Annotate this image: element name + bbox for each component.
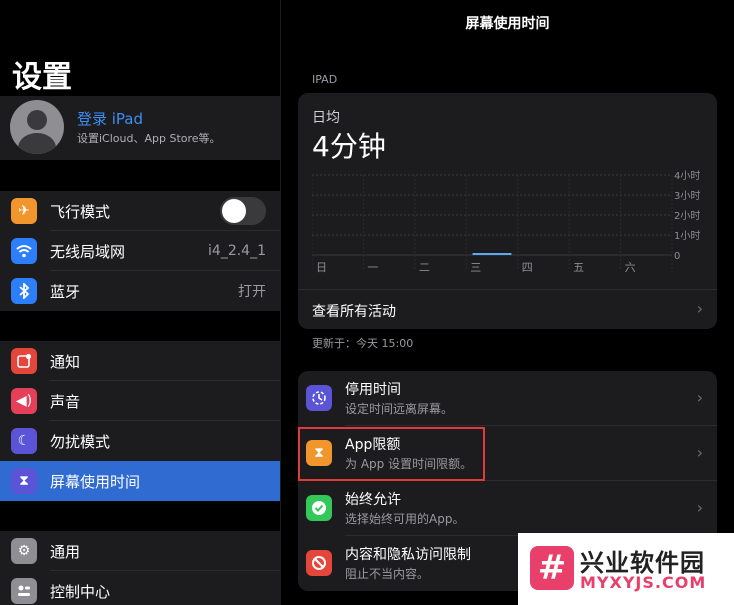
sidebar-group-connectivity: ✈ 飞行模式 无线局域网 i4_2.4_1 蓝牙 打开 [0, 191, 280, 311]
content-privacy-subtitle: 阻止不当内容。 [345, 567, 430, 581]
sidebar-item-general[interactable]: ⚙ 通用 [0, 531, 280, 571]
wifi-icon [11, 238, 37, 264]
chart-y-tick-label: 3小时 [674, 190, 700, 202]
sound-icon: ◀) [11, 388, 37, 414]
bluetooth-icon [11, 278, 37, 304]
sidebar-title: 设置 [12, 60, 72, 95]
chart-x-tick-label: 三 [470, 261, 481, 274]
sidebar-item-label: 蓝牙 [50, 282, 81, 301]
content-privacy-title: 内容和隐私访问限制 [345, 547, 471, 563]
sidebar-item-label: 通用 [50, 542, 81, 561]
chevron-right-icon: › [696, 388, 703, 407]
sidebar-item-label: 勿扰模式 [50, 432, 111, 451]
usage-card: 日均 4分钟 4小时 3小时 2小时 1小时 0 日 一 二 三 四 五 六 查看所有活动 › [298, 93, 717, 329]
sidebar-item-label: 无线局域网 [50, 242, 126, 261]
sidebar-item-notifications[interactable]: 通知 [0, 341, 280, 381]
sidebar-item-label: 通知 [50, 352, 81, 371]
chart-x-tick-label: 五 [573, 261, 584, 274]
section-caption: IPAD [312, 73, 338, 86]
page-title: 屏幕使用时间 [465, 16, 550, 32]
chart-x-tick-label: 六 [625, 261, 636, 274]
chevron-right-icon: › [696, 498, 703, 517]
profile-subtitle: 设置iCloud、App Store等。 [77, 132, 221, 145]
downtime-title: 停用时间 [345, 382, 401, 398]
chart-y-tick-label: 1小时 [674, 230, 700, 242]
sidebar-item-label: 声音 [50, 392, 81, 411]
chart-x-tick-label: 一 [367, 261, 378, 274]
updated-text: 更新于：今天 15:00 [312, 337, 414, 350]
see-all-activity-label: 查看所有活动 [312, 304, 396, 320]
watermark: # 兴业软件园 MYXYJS.COM [518, 533, 734, 605]
airplane-mode-toggle[interactable] [220, 197, 266, 225]
daily-average-value: 4分钟 [312, 130, 386, 163]
chart-bar [472, 253, 512, 255]
downtime-subtitle: 设定时间远离屏幕。 [345, 402, 454, 416]
notifications-icon [11, 348, 37, 374]
watermark-logo: # [530, 546, 574, 590]
sidebar-item-bluetooth[interactable]: 蓝牙 打开 [0, 271, 280, 311]
chart-x-tick-label: 四 [522, 261, 533, 274]
sidebar-item-label: 飞行模式 [50, 202, 111, 221]
chart-y-tick-label: 4小时 [674, 170, 700, 182]
profile-name: 登录 iPad [77, 110, 144, 128]
always-allowed-subtitle: 选择始终可用的App。 [345, 512, 465, 526]
sidebar-item-airplane-mode[interactable]: ✈ 飞行模式 [0, 191, 280, 231]
sidebar-item-sounds[interactable]: ◀) 声音 [0, 381, 280, 421]
sidebar-item-do-not-disturb[interactable]: ☾ 勿扰模式 [0, 421, 280, 461]
chevron-right-icon: › [696, 443, 703, 462]
sidebar-item-label: 屏幕使用时间 [50, 472, 141, 491]
sidebar-group-notifications: 通知 ◀) 声音 ☾ 勿扰模式 ⧗ 屏幕使用时间 [0, 341, 280, 501]
gear-icon: ⚙ [11, 538, 37, 564]
chart-x-tick-label: 日 [316, 261, 327, 274]
sidebar-group-general: ⚙ 通用 控制中心 [0, 531, 280, 605]
profile-row[interactable]: 登录 iPad 设置iCloud、App Store等。 [0, 96, 280, 160]
chart-y-tick-label: 0 [674, 251, 680, 262]
always-allowed-title: 始终允许 [345, 492, 401, 508]
avatar [10, 100, 64, 154]
highlight-box [298, 427, 485, 481]
sidebar-item-screen-time[interactable]: ⧗ 屏幕使用时间 [0, 461, 280, 501]
moon-icon: ☾ [11, 428, 37, 454]
wifi-network-value: i4_2.4_1 [208, 243, 266, 259]
see-all-activity-row[interactable]: 查看所有活动 › [298, 289, 717, 329]
sidebar-item-label: 控制中心 [50, 582, 111, 601]
checkmark-badge-icon [306, 495, 332, 521]
usage-chart: 4小时 3小时 2小时 1小时 0 日 一 二 三 四 五 六 [312, 170, 700, 274]
sidebar: 设置 登录 iPad 设置iCloud、App Store等。 ✈ 飞行模式 无… [0, 0, 281, 605]
chart-y-tick-label: 2小时 [674, 210, 700, 222]
watermark-subtitle: MYXYJS.COM [580, 573, 707, 592]
sidebar-item-control-center[interactable]: 控制中心 [0, 571, 280, 605]
restriction-icon [306, 550, 332, 576]
control-center-icon [11, 578, 37, 604]
airplane-icon: ✈ [11, 198, 37, 224]
sidebar-item-wifi[interactable]: 无线局域网 i4_2.4_1 [0, 231, 280, 271]
downtime-icon [306, 385, 332, 411]
always-allowed-row[interactable]: 始终允许 选择始终可用的App。 › [298, 481, 717, 536]
main-panel: 屏幕使用时间 IPAD 日均 4分钟 4小时 3小时 2小时 1小时 0 日 一 二 三 四 五 六 … [281, 0, 734, 605]
chevron-right-icon: › [696, 299, 703, 318]
chart-x-tick-label: 二 [419, 261, 430, 274]
bluetooth-status-value: 打开 [238, 284, 266, 300]
downtime-row[interactable]: 停用时间 设定时间远离屏幕。 › [298, 371, 717, 426]
daily-average-label: 日均 [312, 110, 340, 126]
hourglass-icon: ⧗ [11, 468, 37, 494]
